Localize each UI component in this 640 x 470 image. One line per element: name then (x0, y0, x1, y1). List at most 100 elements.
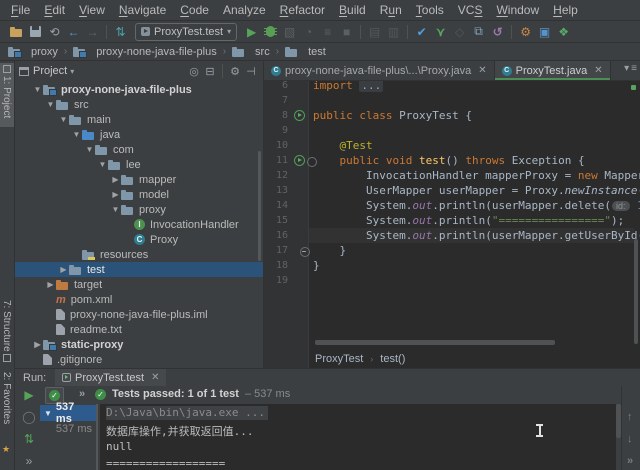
nav-crumb-src[interactable]: src (232, 46, 270, 58)
down-icon[interactable]: ↓ (627, 433, 633, 445)
expand-arrow-icon[interactable]: ▼ (58, 115, 69, 124)
expand-arrow-icon[interactable]: ▶ (45, 280, 56, 289)
run-icon[interactable]: ▶ (242, 22, 261, 41)
forward-icon[interactable]: → (83, 22, 102, 41)
menu-build[interactable]: Build (332, 2, 373, 18)
tree-row-invocationhandler[interactable]: IInvocationHandler (15, 217, 264, 232)
sync-icon[interactable]: ⟲ (45, 22, 64, 41)
strip-button-structure[interactable]: 7: Structure (1, 300, 12, 352)
expand-arrow-icon[interactable]: ▼ (44, 409, 52, 418)
tree-row-test[interactable]: ▶test (15, 262, 264, 277)
tree-row-gitignore[interactable]: .gitignore (15, 352, 264, 367)
expand-arrow-icon[interactable]: ▼ (32, 85, 43, 94)
menu-code[interactable]: Code (173, 2, 216, 18)
menu-tools[interactable]: Tools (409, 2, 451, 18)
tree-row-pom-xml[interactable]: mpom.xml (15, 292, 264, 307)
run-dashboard-icon[interactable]: ≡ (318, 22, 337, 41)
diff-icon[interactable]: ⇅ (111, 22, 130, 41)
inspection-indicator[interactable] (631, 85, 636, 90)
up-icon[interactable]: ↑ (627, 411, 633, 423)
back-icon[interactable]: ← (64, 22, 83, 41)
run-gutter-icon[interactable] (294, 155, 305, 166)
tree-row-proxy-none-java-file-plus[interactable]: ▼proxy-none-java-file-plus (15, 82, 264, 97)
run-tab[interactable]: ProxyTest.test ✕ (55, 369, 166, 386)
run-config-select[interactable]: ProxyTest.test▾ (135, 23, 237, 41)
more-icon[interactable]: » (79, 388, 85, 400)
collapse-all-icon[interactable]: ⊟ (202, 65, 218, 78)
more-icon[interactable]: » (21, 453, 37, 469)
tree-row-readme-txt[interactable]: readme.txt (15, 322, 264, 337)
fold-gutter-icon[interactable] (300, 247, 310, 257)
editor-area[interactable]: Cproxy-none-java-file-plus\...\Proxy.jav… (264, 61, 640, 368)
run-splitter[interactable] (96, 404, 98, 470)
breadcrumb-class[interactable]: ProxyTest (315, 353, 363, 365)
tree-row-src[interactable]: ▼src (15, 97, 264, 112)
chevron-down-icon[interactable]: ▾ (70, 67, 74, 76)
vcs-commit-icon[interactable]: ✔ (412, 22, 431, 41)
tree-row-static-proxy[interactable]: ▶static-proxy (15, 337, 264, 352)
tree-row-model[interactable]: ▶model (15, 187, 264, 202)
tabs-list-icon[interactable]: ▾ (624, 63, 629, 74)
open-icon[interactable] (7, 22, 26, 41)
vcs-update-icon[interactable]: ⋎ (431, 22, 450, 41)
strip-button-favorites[interactable]: 2: Favorites (1, 372, 12, 424)
menu-file[interactable]: File (4, 2, 37, 18)
test-history-icon[interactable]: ⇅ (21, 431, 37, 447)
test-tree-row[interactable]: 537 ms (40, 421, 96, 437)
editor-tab-proxytest-java[interactable]: CProxyTest.java✕ (495, 61, 611, 80)
expand-arrow-icon[interactable]: ▶ (110, 190, 121, 199)
run-gutter-icon[interactable] (294, 110, 305, 121)
run-console[interactable]: D:\Java\bin\java.exe ...数据库操作,并获取返回值...n… (100, 404, 616, 470)
debug-icon[interactable] (261, 22, 280, 41)
editor-hscrollbar[interactable] (315, 340, 555, 345)
editor-vscrollbar[interactable] (634, 239, 638, 344)
tree-row-proxy[interactable]: CProxy (15, 232, 264, 247)
gear-icon[interactable]: ⚙ (227, 65, 243, 78)
menu-run[interactable]: Run (373, 2, 409, 18)
plugins-icon[interactable]: ❖ (554, 22, 573, 41)
vcs-revert-icon[interactable]: ◇ (450, 22, 469, 41)
menu-edit[interactable]: Edit (37, 2, 72, 18)
stop-icon[interactable]: ■ (337, 22, 356, 41)
expand-arrow-icon[interactable]: ▼ (110, 205, 121, 214)
expand-arrow-icon[interactable]: ▼ (71, 130, 82, 139)
menu-window[interactable]: Window (489, 2, 546, 18)
profiler-icon[interactable]: ◔ (299, 22, 318, 41)
expand-arrow-icon[interactable]: ▼ (97, 160, 108, 169)
close-icon[interactable]: ✕ (151, 372, 159, 383)
rollback-icon[interactable]: ↺ (488, 22, 507, 41)
stop-icon[interactable]: ◯ (21, 409, 37, 425)
tabs-menu-icon[interactable]: ≡ (631, 63, 637, 74)
nav-crumb-proxy[interactable]: proxy (8, 46, 58, 58)
coverage-icon[interactable]: ▧ (280, 22, 299, 41)
expand-arrow-icon[interactable]: ▶ (32, 340, 43, 349)
tree-row-java[interactable]: ▼java (15, 127, 264, 142)
local-history-icon[interactable]: ⧉ (469, 22, 488, 41)
rerun-icon[interactable]: ▶ (21, 387, 37, 403)
expand-arrow-icon[interactable]: ▶ (58, 265, 69, 274)
tree-row-lee[interactable]: ▼lee (15, 157, 264, 172)
tree-row-proxy-none-java-file-plus-iml[interactable]: proxy-none-java-file-plus.iml (15, 307, 264, 322)
save-icon[interactable] (26, 22, 45, 41)
close-icon[interactable]: ✕ (478, 65, 486, 76)
test-tree-row[interactable]: ▼537 ms (40, 405, 96, 421)
menu-navigate[interactable]: Navigate (112, 2, 173, 18)
menu-view[interactable]: View (72, 2, 112, 18)
project-structure-icon[interactable]: ▣ (535, 22, 554, 41)
project-tree-scrollbar[interactable] (258, 151, 261, 261)
run-to-cursor-icon[interactable]: ▤ (365, 22, 384, 41)
tree-row-mapper[interactable]: ▶mapper (15, 172, 264, 187)
breadcrumb-method[interactable]: test() (380, 353, 405, 365)
tree-row-target[interactable]: ▶target (15, 277, 264, 292)
menu-refactor[interactable]: Refactor (273, 2, 332, 18)
locate-file-icon[interactable]: ◎ (186, 65, 202, 78)
drop-frame-icon[interactable]: ▥ (384, 22, 403, 41)
tree-row-main[interactable]: ▼main (15, 112, 264, 127)
hide-panel-icon[interactable]: ⊣ (243, 65, 259, 78)
nav-crumb-test[interactable]: test (285, 46, 326, 58)
menu-analyze[interactable]: Analyze (216, 2, 273, 18)
tree-row-com[interactable]: ▼com (15, 142, 264, 157)
nav-crumb-proxy-none-java-file-plus[interactable]: proxy-none-java-file-plus (73, 46, 216, 58)
strip-button-project[interactable]: 1: Project (1, 76, 12, 118)
project-panel-title[interactable]: Project (33, 65, 67, 77)
